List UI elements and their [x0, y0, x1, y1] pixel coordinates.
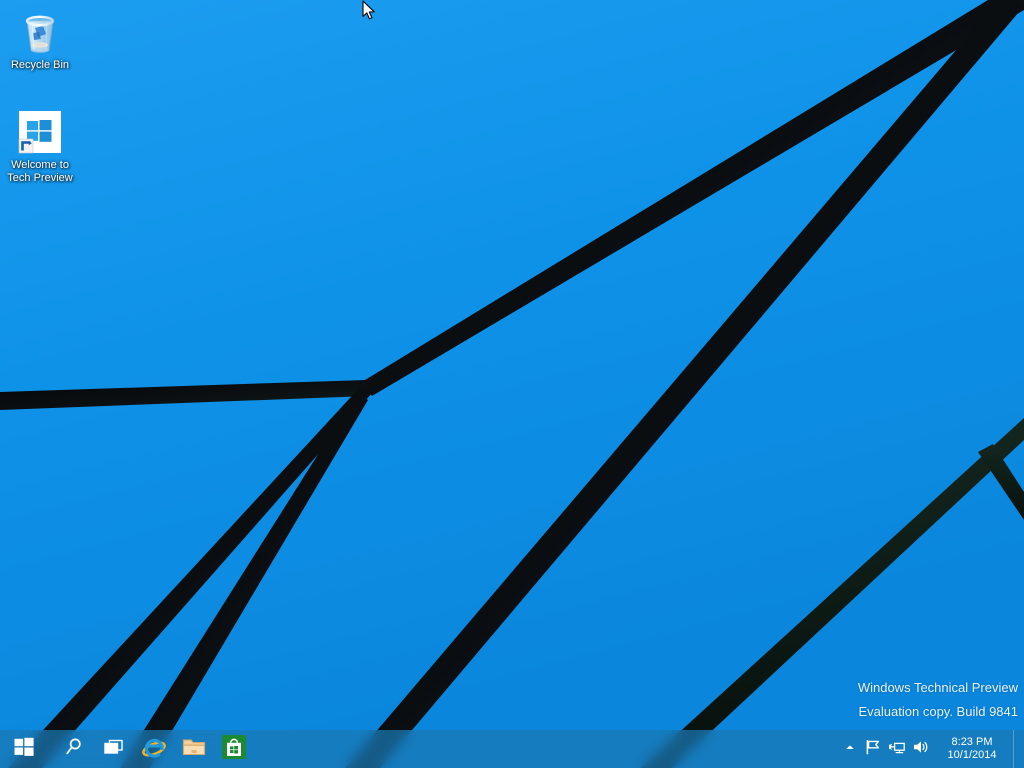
desktop-icon-label-line2: Tech Preview [7, 172, 73, 184]
volume-button[interactable] [909, 730, 933, 768]
task-view-button[interactable] [94, 730, 134, 768]
show-hidden-icons-button[interactable] [839, 730, 861, 768]
action-center-button[interactable] [861, 730, 885, 768]
desktop-icon-recycle-bin[interactable]: Recycle Bin [0, 8, 80, 72]
show-desktop-button[interactable] [1013, 730, 1020, 768]
desktop[interactable]: Recycle Bin Welcome to Tech Preview Wind… [0, 0, 1024, 768]
desktop-icon-welcome-tech-preview[interactable]: Welcome to Tech Preview [0, 108, 80, 185]
internet-explorer-icon [141, 734, 167, 765]
network-icon [888, 738, 906, 761]
start-button[interactable] [0, 730, 48, 768]
desktop-icon-label: Welcome to Tech Preview [0, 159, 80, 185]
speaker-icon [912, 738, 930, 761]
store-icon [222, 734, 246, 764]
file-explorer-button[interactable] [174, 730, 214, 768]
search-icon [63, 736, 85, 763]
windows-logo-shortcut-icon [16, 108, 64, 156]
search-button[interactable] [54, 730, 94, 768]
clock-time: 8:23 PM [951, 736, 993, 748]
clock-date: 10/1/2014 [947, 749, 997, 761]
network-button[interactable] [885, 730, 909, 768]
file-explorer-icon [181, 735, 207, 764]
store-button[interactable] [214, 730, 254, 768]
internet-explorer-button[interactable] [134, 730, 174, 768]
desktop-icon-label-line1: Welcome to [11, 159, 69, 171]
desktop-wallpaper [0, 0, 1024, 768]
taskbar-button-area [0, 730, 254, 768]
windows-logo-icon [13, 736, 35, 763]
flag-icon [864, 738, 882, 761]
chevron-up-icon [844, 740, 856, 758]
recycle-bin-icon [16, 8, 64, 56]
clock[interactable]: 8:23 PM 10/1/2014 [933, 730, 1013, 768]
desktop-icon-label: Recycle Bin [10, 59, 70, 71]
taskbar[interactable]: 8:23 PM 10/1/2014 [0, 730, 1024, 768]
task-view-icon [102, 736, 126, 763]
system-tray: 8:23 PM 10/1/2014 [839, 730, 1024, 768]
